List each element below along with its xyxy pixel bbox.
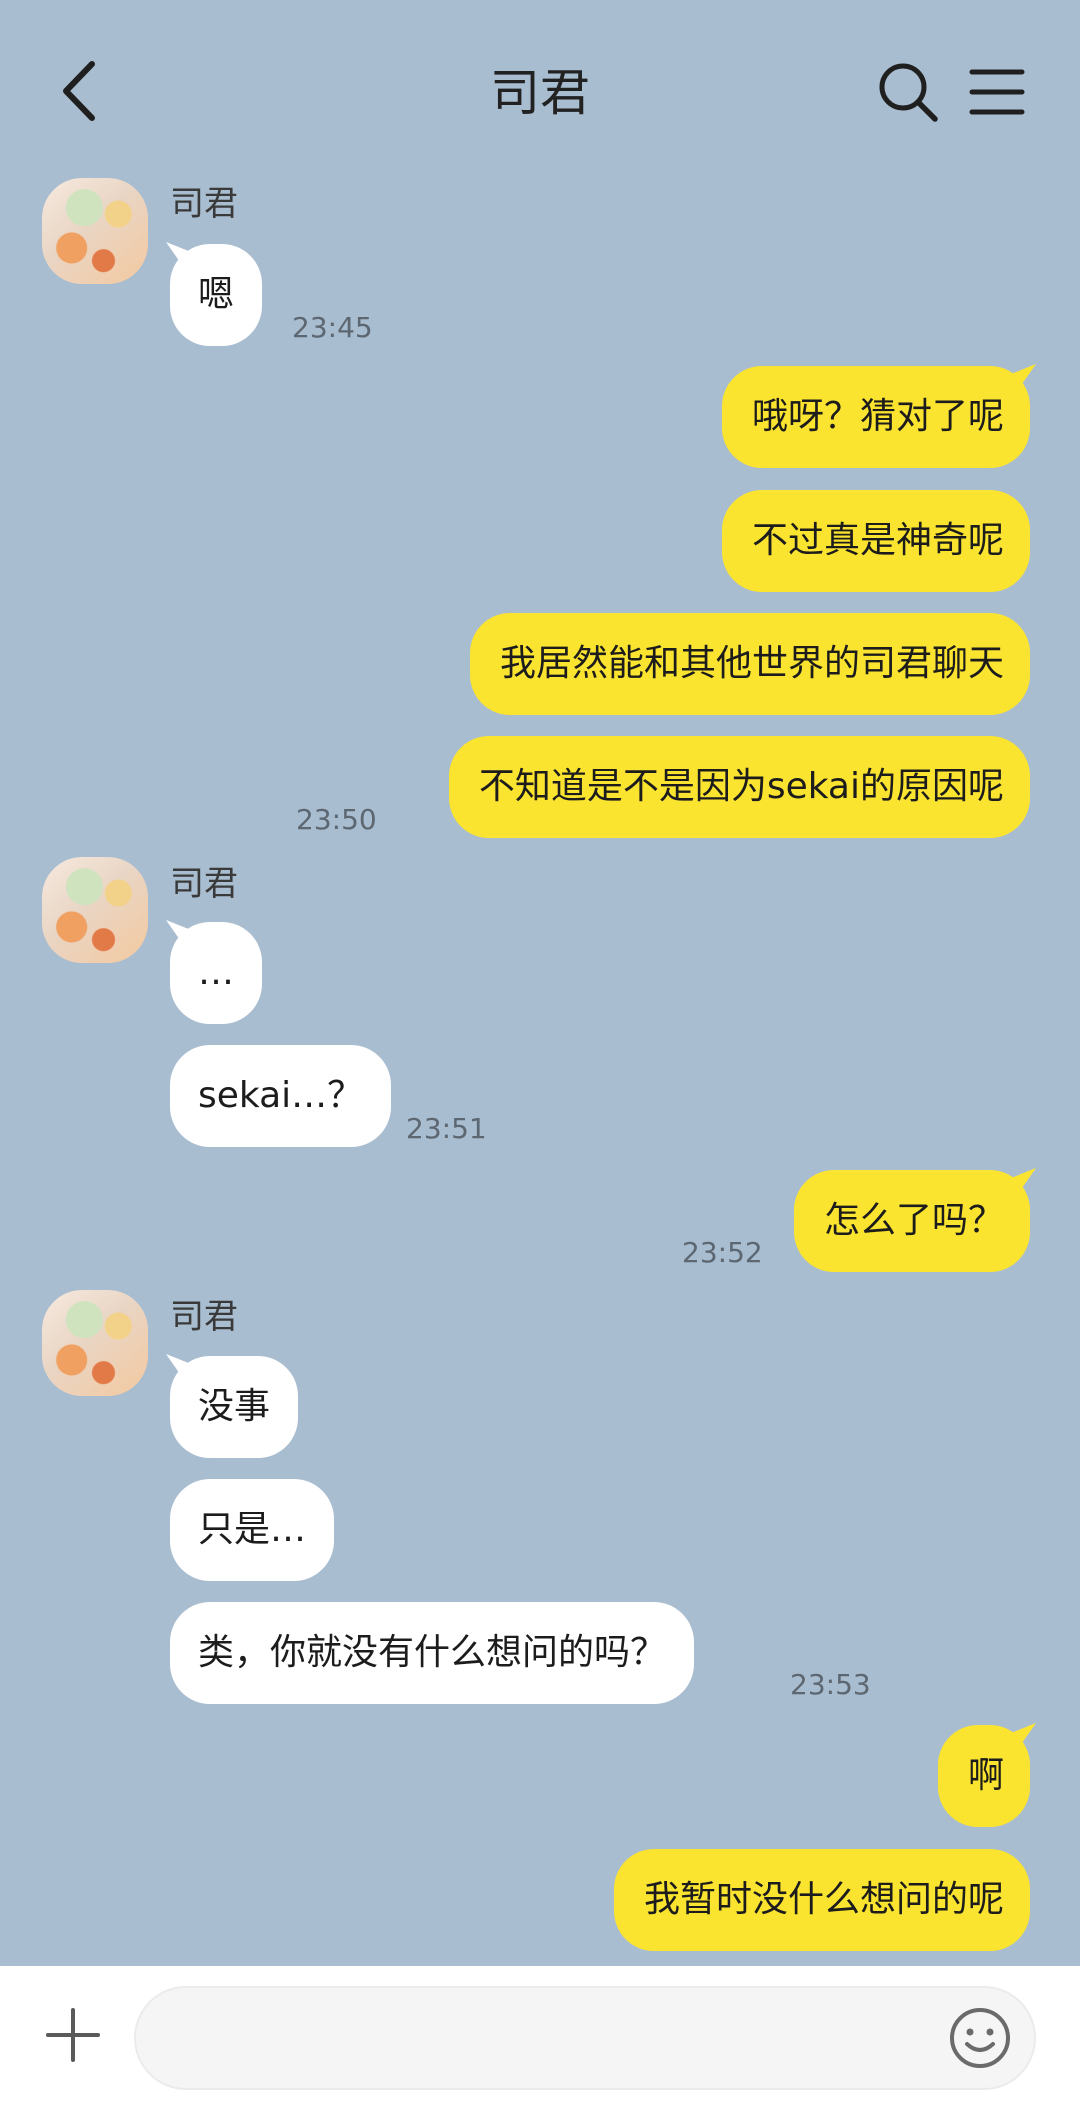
contact-avatar[interactable] xyxy=(42,857,148,963)
plus-icon xyxy=(46,2008,100,2062)
outgoing-message-bubble[interactable]: 哦呀？猜对了呢 xyxy=(721,366,1030,468)
message-timestamp: 23:51 xyxy=(406,1112,487,1145)
incoming-message-bubble[interactable]: 没事 xyxy=(170,1356,299,1458)
incoming-message-bubble[interactable]: 嗯 xyxy=(170,244,263,346)
emoji-button[interactable] xyxy=(948,2006,1012,2070)
outgoing-message-bubble[interactable]: 不知道是不是因为sekai的原因呢 xyxy=(448,736,1030,838)
message-timestamp: 23:53 xyxy=(790,1668,871,1701)
message-input[interactable] xyxy=(170,2004,934,2076)
message-input-container xyxy=(134,1986,1036,2090)
outgoing-message-bubble[interactable]: 不过真是神奇呢 xyxy=(721,490,1030,592)
outgoing-message-bubble[interactable]: 怎么了吗？ xyxy=(793,1170,1030,1272)
message-input-bar xyxy=(0,1966,1080,2104)
header-bar: 司君 xyxy=(0,0,1080,180)
sender-name: 司君 xyxy=(170,184,238,224)
message-timestamp: 23:45 xyxy=(292,311,373,344)
incoming-message-bubble[interactable]: sekai…？ xyxy=(170,1045,392,1147)
smiley-icon xyxy=(950,2008,1010,2068)
chat-screen: 司君 司君 嗯 23:45 哦呀？猜对了呢 不过真是神奇呢 我居然能和其他世界的… xyxy=(0,0,1080,2104)
menu-button[interactable] xyxy=(968,64,1026,120)
contact-avatar[interactable] xyxy=(42,178,148,284)
attach-button[interactable] xyxy=(44,2006,102,2064)
incoming-message-bubble[interactable]: … xyxy=(170,922,262,1024)
message-timestamp: 23:50 xyxy=(296,803,377,836)
message-timestamp: 23:52 xyxy=(682,1236,763,1269)
search-button[interactable] xyxy=(876,60,940,124)
outgoing-message-bubble[interactable]: 我暂时没什么想问的呢 xyxy=(613,1849,1030,1951)
incoming-message-bubble[interactable]: 只是… xyxy=(170,1479,335,1581)
menu-icon xyxy=(969,69,1025,115)
outgoing-message-bubble[interactable]: 我居然能和其他世界的司君聊天 xyxy=(469,613,1030,715)
sender-name: 司君 xyxy=(170,864,238,904)
outgoing-message-bubble[interactable]: 啊 xyxy=(937,1725,1030,1827)
search-icon xyxy=(879,63,938,122)
contact-avatar[interactable] xyxy=(42,1290,148,1396)
incoming-message-bubble[interactable]: 类，你就没有什么想问的吗？ xyxy=(170,1602,695,1704)
sender-name: 司君 xyxy=(170,1297,238,1337)
